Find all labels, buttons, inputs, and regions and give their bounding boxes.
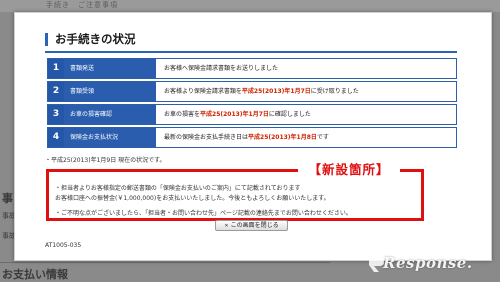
background-divider: [0, 262, 330, 263]
close-icon: ✕: [224, 223, 229, 229]
step-label: 書類発送: [64, 59, 156, 78]
step-number: 2: [48, 82, 64, 101]
status-step: 1 書類発送 お客様へ保険金請求書類をお送りしました: [47, 58, 457, 79]
step-description: お車の損害を平成25(2013)年1月7日に確認しました: [164, 111, 311, 118]
step-label: お車の損害確認: [64, 105, 156, 124]
title-divider: [45, 51, 457, 53]
step-date: 平成25(2013)年1月7日: [241, 88, 311, 95]
background-topbar-text: 手続き ご注意事項: [46, 1, 118, 9]
close-dialog-button[interactable]: ✕ この画面を閉じる: [215, 220, 288, 231]
watermark-text: Response.: [383, 254, 473, 272]
dialog-title: お手続きの状況: [45, 33, 136, 46]
background-topbar: 手続き ご注意事項: [0, 0, 500, 12]
new-section-notice-box: 【新設箇所】 ・担当者よりお客様指定の郵送書類の「保険金お支払いのご案内」にて記…: [46, 162, 424, 221]
background-section-heading: 事: [2, 192, 13, 205]
step-description: 最新の保険金お支払手続き日は平成25(2013)年1月8日です: [164, 134, 329, 141]
notice-text-line: ・担当者よりお客様指定の郵送書類の「保険金お支払いのご案内」にて記載されておりま…: [55, 185, 301, 192]
step-date: 平成25(2013)年1月8日: [248, 134, 317, 141]
step-date: 平成25(2013)年1月7日: [200, 111, 269, 118]
step-number: 3: [48, 105, 64, 124]
step-number: 1: [48, 59, 64, 78]
step-description: お客様より保険金請求書類を平成25(2013)年1月7日に受け取りました: [164, 88, 359, 95]
status-step: 4 保険金お支払状況 最新の保険金お支払手続き日は平成25(2013)年1月8日…: [47, 127, 457, 148]
status-step: 3 お車の損害確認 お車の損害を平成25(2013)年1月7日に確認しました: [47, 104, 457, 125]
screen-id: AT1005-035: [45, 242, 82, 249]
step-description: お客様へ保険金請求書類をお送りしました: [164, 65, 279, 72]
notice-text-line: ・ご不明な点がございましたら、「担当者・お問い合わせ先」ページ記載の連絡先までお…: [55, 210, 352, 217]
procedure-status-dialog: お手続きの状況 1 書類発送 お客様へ保険金請求書類をお送りしました 2 書類受…: [14, 12, 492, 261]
status-steps: 1 書類発送 お客様へ保険金請求書類をお送りしました 2 書類受領 お客様より保…: [47, 58, 457, 150]
step-number: 4: [48, 128, 64, 147]
step-label: 書類受領: [64, 82, 156, 101]
new-section-badge: 【新設箇所】: [298, 162, 400, 178]
step-label: 保険金お支払状況: [64, 128, 156, 147]
status-as-of-text: ・平成25(2013)年1月9日 現在の状況です。: [45, 157, 166, 164]
background-payment-heading: お支払い情報: [2, 268, 68, 281]
close-button-label: この画面を閉じる: [230, 222, 279, 229]
notice-text-line: お客様口座への振替金(￥1,000,000)をお支払いいたしました。今後ともよろ…: [55, 195, 330, 202]
response-watermark: Response.: [367, 250, 492, 276]
status-step: 2 書類受領 お客様より保険金請求書類を平成25(2013)年1月7日に受け取り…: [47, 81, 457, 102]
